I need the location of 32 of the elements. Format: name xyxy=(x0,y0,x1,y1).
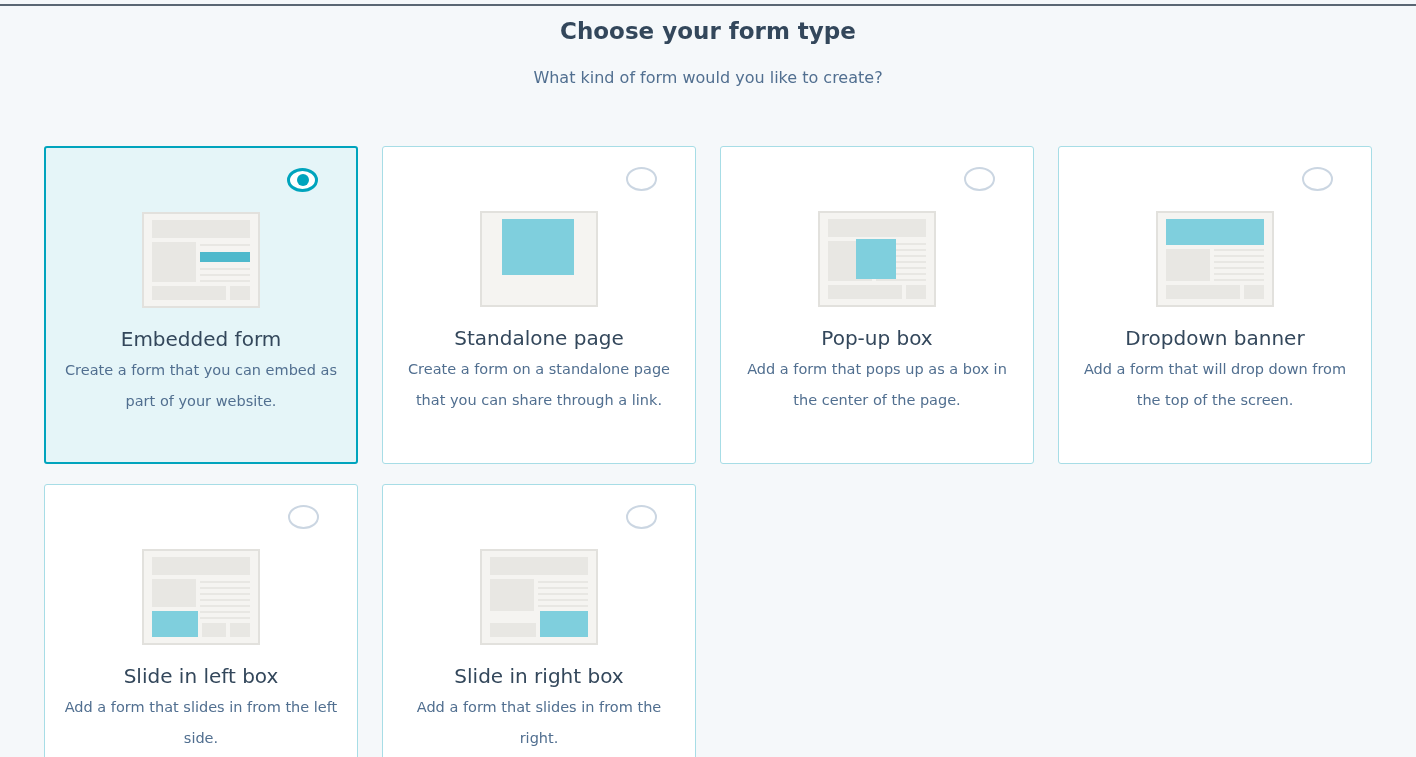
card-description: Create a form that you can embed as part of your website. xyxy=(64,361,338,411)
form-type-card[interactable]: Dropdown banner Add a form that will drop down from the top of the screen. xyxy=(1058,146,1372,464)
form-type-card[interactable]: Standalone page Create a form on a standalone page that you can share through a link. xyxy=(382,146,696,464)
form-type-card[interactable]: Pop-up box Add a form that pops up as a box in the center of the page. xyxy=(720,146,1034,464)
page-layout-icon xyxy=(480,549,598,645)
radio-button[interactable] xyxy=(626,167,657,191)
page-layout-icon xyxy=(142,212,260,308)
page-layout-icon xyxy=(142,549,260,645)
card-description: Add a form that slides in from the right. xyxy=(415,698,663,748)
radio-button[interactable] xyxy=(288,505,319,529)
page-subtitle: What kind of form would you like to create? xyxy=(533,67,883,89)
radio-button[interactable] xyxy=(287,168,318,192)
card-description: Create a form on a standalone page that you can share through a link. xyxy=(406,360,672,410)
form-type-card[interactable]: Embedded form Create a form that you can embed as part of your website. xyxy=(44,146,358,464)
radio-button[interactable] xyxy=(626,505,657,529)
card-description: Add a form that pops up as a box in the center of the page. xyxy=(746,360,1008,410)
card-title: Pop-up box xyxy=(820,325,934,352)
radio-button[interactable] xyxy=(964,167,995,191)
card-title: Embedded form xyxy=(119,326,283,353)
form-type-card[interactable]: Slide in right box Add a form that slides in from the right. xyxy=(382,484,696,757)
card-title: Standalone page xyxy=(453,325,625,352)
page-layout-icon xyxy=(818,211,936,307)
card-title: Slide in right box xyxy=(453,663,625,690)
page-title: Choose your form type xyxy=(560,18,856,46)
radio-button[interactable] xyxy=(1302,167,1333,191)
card-description: Add a form that slides in from the left side. xyxy=(63,698,339,748)
card-description: Add a form that will drop down from the top of the screen. xyxy=(1082,360,1348,410)
card-title: Slide in left box xyxy=(122,663,280,690)
form-type-card[interactable]: Slide in left box Add a form that slides in from the left side. xyxy=(44,484,358,757)
page-layout-icon xyxy=(480,211,598,307)
card-title: Dropdown banner xyxy=(1124,325,1306,352)
page-layout-icon xyxy=(1156,211,1274,307)
